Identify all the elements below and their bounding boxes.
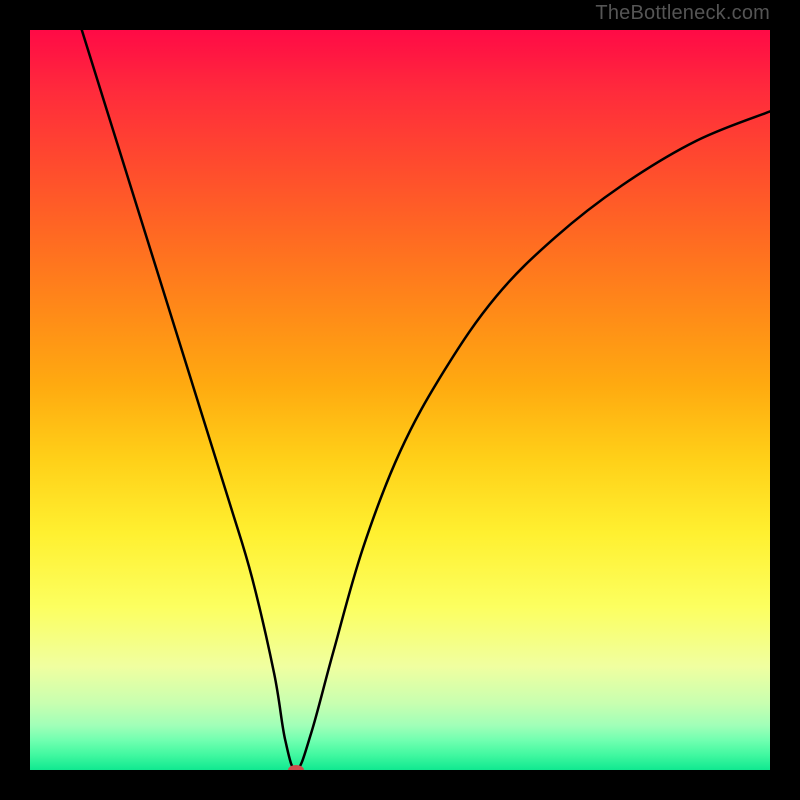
bottleneck-curve-path xyxy=(82,30,770,770)
bottleneck-curve xyxy=(30,30,770,770)
curve-minimum-marker xyxy=(288,765,304,770)
plot-area xyxy=(30,30,770,770)
attribution-text: TheBottleneck.com xyxy=(595,2,770,25)
chart-frame: TheBottleneck.com xyxy=(0,0,800,800)
